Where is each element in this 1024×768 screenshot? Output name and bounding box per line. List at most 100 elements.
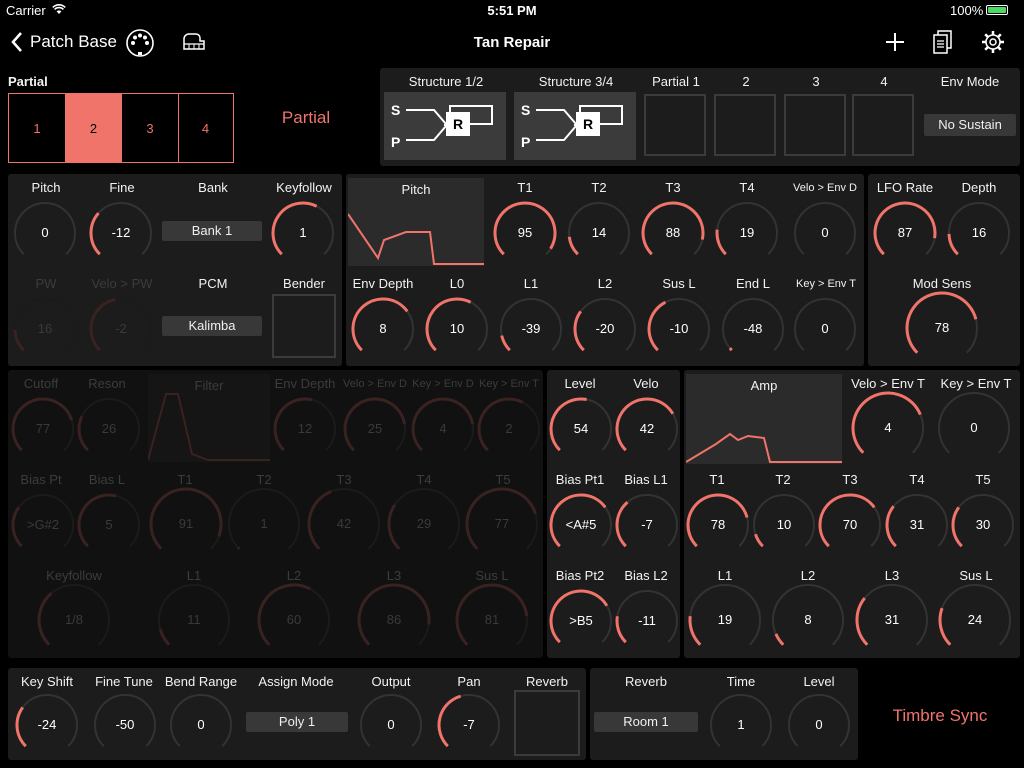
amp-susl-knob[interactable]: 24 xyxy=(937,582,1013,658)
env-mode-select[interactable]: No Sustain xyxy=(924,114,1016,136)
cutoff-knob[interactable]: 77 xyxy=(10,396,76,462)
amp-l1-knob[interactable]: 19 xyxy=(687,582,763,658)
filter-velo-env-knob[interactable]: 25 xyxy=(342,396,408,462)
pe-t2-knob[interactable]: 14 xyxy=(566,200,632,266)
pw-knob[interactable]: 16 xyxy=(12,296,78,362)
reverb-type-select[interactable]: Room 1 xyxy=(594,712,698,732)
partial3-mute-toggle[interactable] xyxy=(784,94,846,156)
filter-l2-label: L2 xyxy=(286,568,302,583)
pe-key-env-knob[interactable]: 0 xyxy=(792,296,858,362)
amp-key-env-knob[interactable]: 0 xyxy=(936,390,1012,466)
gear-icon[interactable] xyxy=(981,30,1005,59)
bias-pt2-knob[interactable]: >B5 xyxy=(548,588,614,654)
mod-sens-knob[interactable]: 78 xyxy=(904,290,980,366)
amp-level-knob[interactable]: 54 xyxy=(548,396,614,462)
reverb-switch-label: Reverb xyxy=(526,674,568,689)
assign-mode-select[interactable]: Poly 1 xyxy=(246,712,348,732)
pe-l0-knob[interactable]: 10 xyxy=(424,296,490,362)
pe-velo-env-label: Velo > Env D xyxy=(793,182,857,194)
filter-t4-knob[interactable]: 29 xyxy=(386,486,462,562)
pe-velo-env-knob[interactable]: 0 xyxy=(792,200,858,266)
filter-bias-pt-label: Bias Pt xyxy=(20,472,62,487)
pe-l2-knob[interactable]: -20 xyxy=(572,296,638,362)
pe-l1-knob[interactable]: -39 xyxy=(498,296,564,362)
amp-key-env-label: Key > Env T xyxy=(940,376,1012,391)
filter-keyfollow-knob[interactable]: 1/8 xyxy=(36,582,112,658)
amp-l1-label: L1 xyxy=(717,568,733,583)
structure-34-selector[interactable]: S P R xyxy=(514,92,636,160)
filter-l3-label: L3 xyxy=(386,568,402,583)
pe-t4-knob[interactable]: 19 xyxy=(714,200,780,266)
reson-knob[interactable]: 26 xyxy=(76,396,142,462)
timbre-sync-button[interactable]: Timbre Sync xyxy=(870,706,1010,726)
battery-icon xyxy=(986,5,1008,15)
amp-t3-knob[interactable]: 70 xyxy=(817,492,883,558)
amp-t5-knob[interactable]: 30 xyxy=(950,492,1016,558)
filter-l1-knob[interactable]: 11 xyxy=(156,582,232,658)
output-knob[interactable]: 0 xyxy=(358,692,424,758)
filter-key-env-d-knob[interactable]: 4 xyxy=(410,396,476,462)
documents-icon[interactable] xyxy=(932,29,954,60)
filter-bias-l-knob[interactable]: 5 xyxy=(76,492,142,558)
partial-segment-2[interactable]: 2 xyxy=(65,94,122,162)
amp-t2-knob[interactable]: 10 xyxy=(751,492,817,558)
lfo-rate-knob[interactable]: 87 xyxy=(872,200,938,266)
structure-12-selector[interactable]: S P R xyxy=(384,92,506,160)
partial4-mute-toggle[interactable] xyxy=(852,94,914,156)
lfo-depth-knob[interactable]: 16 xyxy=(946,200,1012,266)
amp-velo-env-knob[interactable]: 4 xyxy=(850,390,926,466)
reverb-toggle[interactable] xyxy=(514,690,580,756)
reverb-level-knob[interactable]: 0 xyxy=(786,692,852,758)
partial1-mute-toggle[interactable] xyxy=(644,94,706,156)
amp-l3-knob[interactable]: 31 xyxy=(854,582,930,658)
amp-velo-knob[interactable]: 42 xyxy=(614,396,680,462)
velo-pw-knob[interactable]: -2 xyxy=(88,296,154,362)
bend-range-knob[interactable]: 0 xyxy=(168,692,234,758)
pe-susl-knob[interactable]: -10 xyxy=(646,296,712,362)
partial-segment-3[interactable]: 3 xyxy=(122,94,179,162)
partial2-mute-toggle[interactable] xyxy=(714,94,776,156)
bias-l2-knob[interactable]: -11 xyxy=(614,588,680,654)
pitch-env-graph: Pitch xyxy=(348,178,484,266)
structure-12-label: Structure 1/2 xyxy=(408,74,484,89)
structure-panel: Structure 1/2 Structure 3/4 Partial 1 2 … xyxy=(380,68,1020,166)
bias-pt1-knob[interactable]: <A#5 xyxy=(548,492,614,558)
filter-t1-knob[interactable]: 91 xyxy=(148,486,224,562)
keyfollow-label: Keyfollow xyxy=(276,180,332,195)
reverb-time-knob[interactable]: 1 xyxy=(708,692,774,758)
pan-knob[interactable]: -7 xyxy=(436,692,502,758)
amp-t4-knob[interactable]: 31 xyxy=(884,492,950,558)
keyfollow-knob[interactable]: 1 xyxy=(270,200,336,266)
fine-knob[interactable]: -12 xyxy=(88,200,154,266)
pitch-label: Pitch xyxy=(31,180,61,195)
pe-t1-knob[interactable]: 95 xyxy=(492,200,558,266)
filter-t4-label: T4 xyxy=(416,472,432,487)
filter-l2-knob[interactable]: 60 xyxy=(256,582,332,658)
filter-key-env-t-knob[interactable]: 2 xyxy=(476,396,542,462)
amp-l2-knob[interactable]: 8 xyxy=(770,582,846,658)
plus-icon[interactable] xyxy=(884,31,906,58)
filter-susl-knob[interactable]: 81 xyxy=(454,582,530,658)
bank-select[interactable]: Bank 1 xyxy=(162,221,262,241)
amp-t1-knob[interactable]: 78 xyxy=(685,492,751,558)
amp-t4-label: T4 xyxy=(909,472,925,487)
partial-segment-4[interactable]: 4 xyxy=(178,94,233,162)
fine-tune-knob[interactable]: -50 xyxy=(92,692,158,758)
filter-env-depth-label: Env Depth xyxy=(274,376,336,391)
filter-t5-knob[interactable]: 77 xyxy=(464,486,540,562)
pe-t3-knob[interactable]: 88 xyxy=(640,200,706,266)
bender-toggle[interactable] xyxy=(272,294,336,358)
pe-endl-knob[interactable]: -48 xyxy=(720,296,786,362)
filter-l3-knob[interactable]: 86 xyxy=(356,582,432,658)
partial-segment-1[interactable]: 1 xyxy=(9,94,66,162)
key-shift-knob[interactable]: -24 xyxy=(14,692,80,758)
pe-env-depth-knob[interactable]: 8 xyxy=(350,296,416,362)
filter-t3-knob[interactable]: 42 xyxy=(306,486,382,562)
pitch-knob[interactable]: 0 xyxy=(12,200,78,266)
pcm-select[interactable]: Kalimba xyxy=(162,316,262,336)
partial4-mute-label: 4 xyxy=(880,74,888,89)
filter-env-depth-knob[interactable]: 12 xyxy=(272,396,338,462)
bias-l1-knob[interactable]: -7 xyxy=(614,492,680,558)
filter-bias-pt-knob[interactable]: >G#2 xyxy=(10,492,76,558)
filter-t2-knob[interactable]: 1 xyxy=(226,486,302,562)
